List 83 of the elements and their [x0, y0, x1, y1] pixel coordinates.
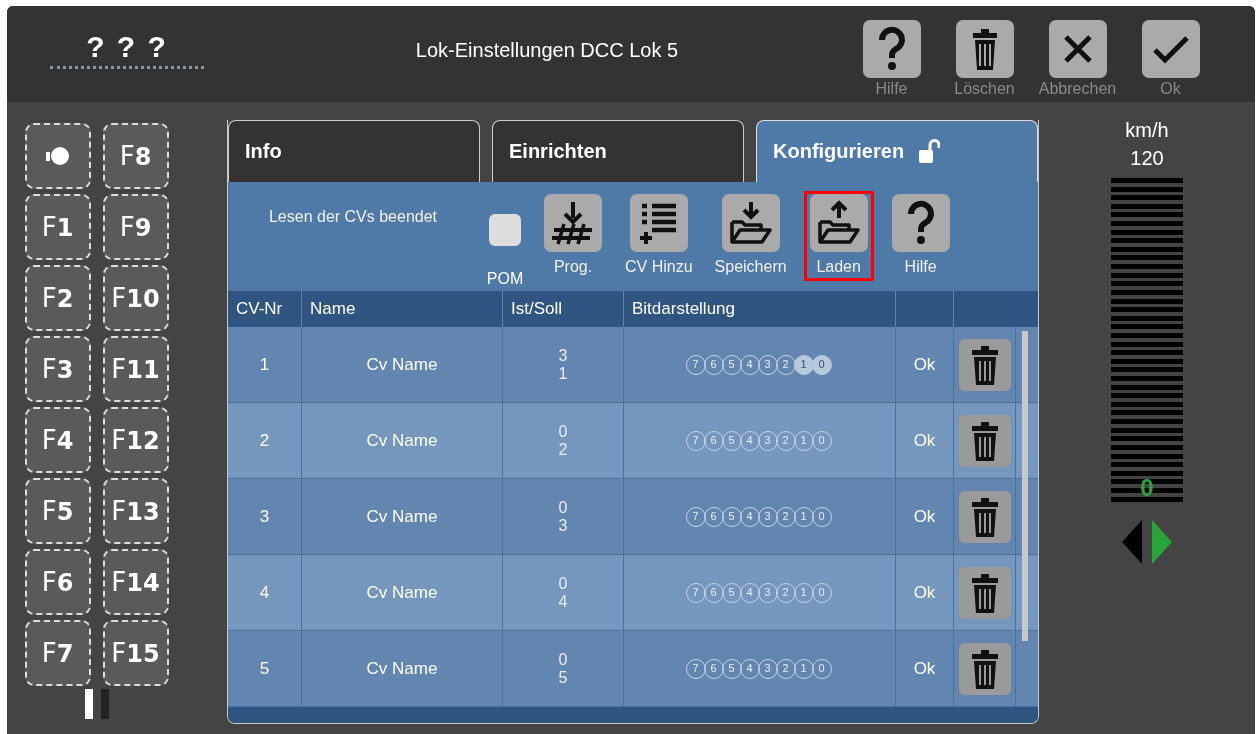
target-value: 4 [558, 592, 568, 611]
close-icon [1048, 20, 1107, 78]
tab[interactable]: Konfigurieren [756, 120, 1038, 182]
tab[interactable]: Info [228, 120, 480, 182]
speed-unit: km/h [1125, 118, 1169, 143]
scrollbar[interactable] [1022, 331, 1028, 642]
headlight-icon [45, 146, 70, 166]
function-key[interactable]: F14 [102, 549, 169, 615]
target-value: 1 [558, 364, 568, 383]
pom-checkbox[interactable] [489, 213, 521, 246]
actual-value: 0 [558, 650, 568, 669]
program-button[interactable]: Prog. [538, 190, 608, 281]
table-cell: Cv Name [302, 327, 503, 403]
help-icon [891, 193, 950, 252]
bit-indicator[interactable]: 0 [811, 354, 832, 375]
load-button[interactable]: Laden [803, 190, 874, 281]
right-arrow-icon[interactable] [1152, 520, 1172, 564]
speed-value: 0 [1139, 474, 1155, 502]
trash-icon [955, 20, 1014, 78]
table-cell: 2 [228, 403, 302, 479]
pom-label: POM [486, 269, 524, 288]
table-cell: Ok [896, 327, 954, 403]
function-key[interactable]: F15 [102, 620, 169, 686]
function-key[interactable]: F7 [24, 620, 91, 686]
actual-value: 0 [558, 498, 568, 517]
trash-icon[interactable] [958, 414, 1011, 467]
ok-button[interactable]: Ok [1126, 6, 1215, 102]
delete-button[interactable]: Löschen [940, 6, 1029, 102]
table-cell: 5 [228, 631, 302, 707]
help-button[interactable]: Hilfe [885, 190, 956, 281]
max-speed: 120 [1130, 146, 1164, 171]
trash-icon[interactable] [958, 338, 1011, 391]
function-key[interactable]: F13 [102, 478, 169, 544]
trash-icon[interactable] [958, 642, 1011, 695]
function-key[interactable]: F8 [102, 123, 169, 189]
table-cell: Ok [896, 403, 954, 479]
folder-download-icon [721, 193, 780, 252]
table-cell: 1 [228, 327, 302, 403]
table-cell: Cv Name [302, 479, 503, 555]
cancel-button[interactable]: Abbrechen [1033, 6, 1122, 102]
table-cell: Cv Name [302, 555, 503, 631]
table-cell: Cv Name [302, 403, 503, 479]
function-key[interactable]: F5 [24, 478, 91, 544]
table-cell: Ok [896, 631, 954, 707]
help-icon [862, 20, 921, 78]
bit-indicator[interactable]: 1 [793, 354, 814, 375]
table-cell: 4 [228, 555, 302, 631]
help-button[interactable]: Hilfe [847, 6, 936, 102]
checkmark-icon [1141, 20, 1200, 78]
trash-icon[interactable] [958, 566, 1011, 619]
table-cell: 3 [228, 479, 302, 555]
window-title: Lok-Einstellungen DCC Lok 5 [415, 38, 679, 62]
function-key[interactable]: F4 [24, 407, 91, 473]
page-indicator[interactable] [84, 689, 93, 719]
function-key[interactable]: F9 [102, 194, 169, 260]
function-key[interactable]: F11 [102, 336, 169, 402]
light-button[interactable] [24, 123, 91, 189]
function-key[interactable]: F6 [24, 549, 91, 615]
function-key[interactable]: F10 [102, 265, 169, 331]
speed-meter[interactable]: 0 [1111, 178, 1183, 502]
folder-upload-icon [809, 193, 868, 252]
actual-value: 0 [558, 422, 568, 441]
loco-name-field[interactable]: ? ? ? [50, 30, 204, 69]
unlocked-padlock-icon [918, 138, 941, 165]
table-cell: Ok [896, 555, 954, 631]
add-button[interactable]: CV Hinzu [620, 190, 698, 281]
trash-icon[interactable] [958, 490, 1011, 543]
target-value: 5 [558, 668, 568, 687]
list-add-icon [629, 193, 688, 252]
target-value: 3 [558, 516, 568, 535]
table-cell: Ok [896, 479, 954, 555]
tab[interactable]: Einrichten [492, 120, 744, 182]
function-key[interactable]: F2 [24, 265, 91, 331]
table-cell: Cv Name [302, 631, 503, 707]
status-text: Lesen der CVs beendet [267, 206, 439, 226]
track-download-icon [544, 193, 602, 252]
actual-value: 3 [558, 346, 568, 365]
function-key[interactable]: F1 [24, 194, 91, 260]
save-button[interactable]: Speichern [709, 190, 792, 281]
target-value: 2 [558, 440, 568, 459]
function-key[interactable]: F3 [24, 336, 91, 402]
function-key[interactable]: F12 [102, 407, 169, 473]
actual-value: 0 [558, 574, 568, 593]
